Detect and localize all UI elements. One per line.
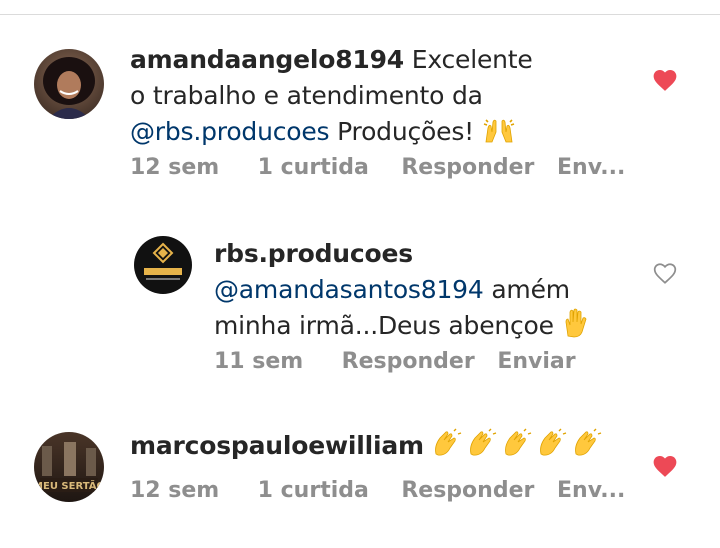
comment-meta: 12 sem 1 curtida Responder Env... — [130, 155, 625, 180]
comment-body-line3: Produções! — [337, 117, 474, 146]
svg-text:MEU SERTÃO: MEU SERTÃO — [34, 479, 104, 492]
comment-username[interactable]: amandaangelo8194 — [130, 45, 404, 74]
comment-username[interactable]: marcospauloewilliam — [130, 431, 424, 460]
comment-text: rbs.producoes @amandasantos8194 amém min… — [214, 236, 634, 348]
like-heart-icon[interactable] — [652, 68, 678, 92]
comment-body-line1: Excelente — [411, 45, 533, 74]
like-count[interactable]: 1 curtida — [258, 155, 394, 180]
reply-button[interactable]: Responder — [342, 349, 490, 374]
clapping-hands-emoji-icon — [432, 428, 608, 468]
comment-item: amandaangelo8194 Excelente o trabalho e … — [0, 0, 720, 200]
comment-item: MEU SERTÃO marcospauloewilliam 12 sem 1 … — [0, 390, 720, 548]
comment-body-line1: amém — [491, 275, 570, 304]
avatar[interactable]: MEU SERTÃO — [34, 432, 104, 502]
send-button[interactable]: Env... — [557, 155, 625, 180]
raised-hand-emoji-icon — [562, 308, 588, 348]
send-button[interactable]: Enviar — [497, 349, 575, 374]
mention-link[interactable]: @rbs.producoes — [130, 117, 330, 146]
reply-button[interactable]: Responder — [401, 478, 549, 503]
comment-time: 12 sem — [130, 478, 220, 503]
raised-hands-emoji-icon — [482, 116, 516, 154]
reply-button[interactable]: Responder — [401, 155, 549, 180]
avatar[interactable] — [134, 236, 192, 294]
comment-text: marcospauloewilliam — [130, 428, 650, 468]
comment-time: 11 sem — [214, 349, 304, 374]
comment-meta: 12 sem 1 curtida Responder Env... — [130, 478, 625, 503]
send-button[interactable]: Env... — [557, 478, 625, 503]
comment-meta: 11 sem Responder Enviar — [214, 349, 576, 374]
mention-link[interactable]: @amandasantos8194 — [214, 275, 484, 304]
reply-item: rbs.producoes @amandasantos8194 amém min… — [0, 200, 720, 390]
comment-username[interactable]: rbs.producoes — [214, 239, 413, 268]
like-count[interactable]: 1 curtida — [258, 478, 394, 503]
avatar[interactable] — [34, 49, 104, 119]
comment-text: amandaangelo8194 Excelente o trabalho e … — [130, 42, 610, 154]
comment-body-line2: minha irmã...Deus abençoe — [214, 311, 554, 340]
like-heart-outline-icon[interactable] — [652, 261, 678, 285]
comment-time: 12 sem — [130, 155, 220, 180]
comment-body-line2: o trabalho e atendimento da — [130, 81, 483, 110]
like-heart-icon[interactable] — [652, 454, 678, 478]
